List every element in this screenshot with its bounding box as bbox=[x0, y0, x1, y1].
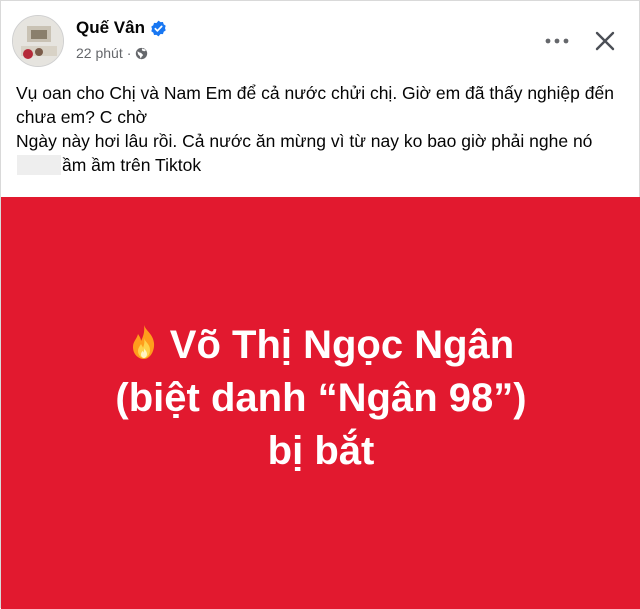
caption-line-2: Ngày này hơi lâu rồi. Cả nước ăn mừng vì… bbox=[16, 129, 631, 177]
banner-line-1: Võ Thị Ngọc Ngân bbox=[1, 319, 640, 372]
verified-badge-icon bbox=[150, 20, 167, 37]
avatar-image bbox=[13, 16, 63, 66]
caption-line-2-end: ầm ầm trên Tiktok bbox=[62, 155, 202, 175]
banner-line-3: bị bắt bbox=[267, 429, 375, 473]
author-row: Quế Vân bbox=[76, 18, 167, 38]
banner-line-2: (biệt danh “Ngân 98”) bbox=[115, 376, 527, 420]
banner-text: Võ Thị Ngọc Ngân (biệt danh “Ngân 98”) b… bbox=[1, 319, 640, 478]
fire-icon bbox=[128, 323, 160, 361]
post-caption: Vụ oan cho Chị và Nam Em để cả nước chửi… bbox=[16, 81, 631, 177]
facebook-post-card: Quế Vân 22 phút · Vụ oan cho Chị và Nam … bbox=[0, 0, 640, 609]
meta-separator: · bbox=[126, 45, 132, 61]
avatar[interactable] bbox=[12, 15, 64, 67]
more-options-icon bbox=[545, 38, 569, 44]
redacted-blur bbox=[17, 155, 61, 175]
caption-line-2-start: Ngày này hơi lâu rồi. Cả nước ăn mừng vì… bbox=[16, 131, 593, 151]
post-meta: 22 phút · bbox=[76, 45, 148, 61]
post-image-banner[interactable]: Võ Thị Ngọc Ngân (biệt danh “Ngân 98”) b… bbox=[1, 197, 640, 609]
post-time[interactable]: 22 phút bbox=[76, 45, 123, 61]
banner-title: Võ Thị Ngọc Ngân bbox=[169, 323, 515, 367]
caption-line-1: Vụ oan cho Chị và Nam Em để cả nước chửi… bbox=[16, 83, 614, 127]
post-header: Quế Vân 22 phút · bbox=[1, 1, 640, 73]
author-name[interactable]: Quế Vân bbox=[76, 18, 145, 38]
more-options-button[interactable] bbox=[542, 29, 572, 53]
close-button[interactable] bbox=[591, 27, 619, 55]
globe-icon[interactable] bbox=[135, 47, 148, 60]
close-icon bbox=[595, 31, 615, 51]
